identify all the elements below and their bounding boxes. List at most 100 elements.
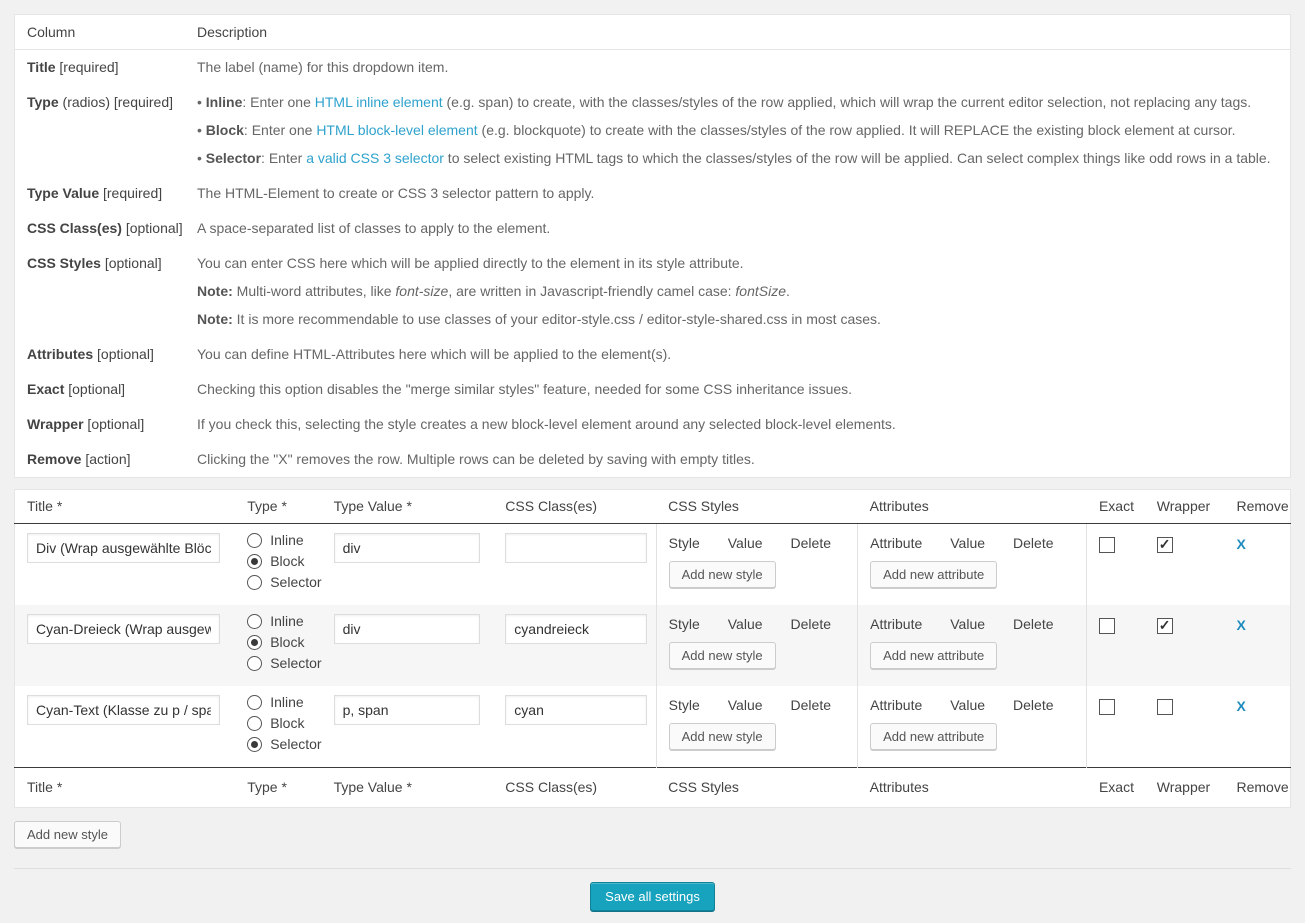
doc-bold-text: Inline — [206, 94, 243, 110]
type-option-selector[interactable]: Selector — [247, 737, 321, 752]
css-classes-input[interactable] — [505, 695, 647, 725]
settings-page: Column Description Title [required]The l… — [0, 14, 1305, 911]
column-header-remove: Remove — [1224, 768, 1290, 808]
doc-row: Wrapper [optional]If you check this, sel… — [15, 407, 1290, 442]
doc-row-label-bold: Type — [27, 94, 59, 110]
doc-text: (e.g. span) to create, with the classes/… — [443, 94, 1252, 110]
type-option-selector[interactable]: Selector — [247, 575, 321, 590]
doc-bold-text: Selector — [206, 150, 261, 166]
type-value-input[interactable] — [334, 533, 480, 563]
style-row: InlineBlockSelectorStyleValueDeleteAdd n… — [15, 686, 1291, 768]
subheader-value: Value — [728, 535, 763, 551]
type-option-inline[interactable]: Inline — [247, 533, 321, 548]
style-row: InlineBlockSelectorStyleValueDeleteAdd n… — [15, 605, 1291, 686]
remove-cell: X — [1224, 605, 1290, 686]
wrapper-checkbox[interactable] — [1157, 618, 1173, 634]
doc-description-line: You can enter CSS here which will be app… — [197, 254, 1272, 273]
doc-row-label-bold: CSS Styles — [27, 255, 101, 271]
type-option-block[interactable]: Block — [247, 716, 321, 731]
exact-cell — [1087, 686, 1145, 768]
add-new-style-row-button[interactable]: Add new style — [14, 821, 121, 848]
radio-inline-icon[interactable] — [247, 614, 262, 629]
wrapper-checkbox[interactable] — [1157, 537, 1173, 553]
save-all-settings-button[interactable]: Save all settings — [590, 882, 715, 911]
css-classes-cell — [493, 686, 656, 768]
radio-inline-icon[interactable] — [247, 695, 262, 710]
type-value-cell — [322, 524, 494, 606]
radio-selector-icon[interactable] — [247, 656, 262, 671]
column-header-css-class-es-: CSS Class(es) — [493, 490, 656, 524]
doc-description-line: Clicking the "X" removes the row. Multip… — [197, 450, 1272, 469]
doc-row-description: If you check this, selecting the style c… — [197, 415, 1290, 434]
doc-bold-text: Note: — [197, 283, 233, 299]
css-classes-input[interactable] — [505, 614, 647, 644]
title-input[interactable] — [27, 614, 220, 644]
doc-link[interactable]: HTML inline element — [315, 94, 443, 110]
add-new-style-button[interactable]: Add new style — [669, 723, 776, 750]
doc-text: A space-separated list of classes to app… — [197, 220, 550, 236]
remove-row-link[interactable]: X — [1236, 536, 1245, 552]
attributes-cell: AttributeValueDelete Add new attribute — [858, 524, 1087, 606]
subheader-value: Value — [728, 697, 763, 713]
add-new-attribute-button[interactable]: Add new attribute — [870, 642, 997, 669]
type-value-input[interactable] — [334, 695, 480, 725]
type-option-inline[interactable]: Inline — [247, 695, 321, 710]
type-option-block[interactable]: Block — [247, 635, 321, 650]
doc-description-line: Note: It is more recommendable to use cl… — [197, 310, 1272, 329]
doc-row: Type (radios) [required]• Inline: Enter … — [15, 85, 1290, 176]
doc-row: CSS Class(es) [optional]A space-separate… — [15, 211, 1290, 246]
radio-block-icon[interactable] — [247, 635, 262, 650]
doc-row-label: Title [required] — [15, 58, 197, 77]
doc-row-label: Type (radios) [required] — [15, 93, 197, 168]
title-cell — [15, 524, 236, 606]
add-new-attribute-button[interactable]: Add new attribute — [870, 561, 997, 588]
remove-row-link[interactable]: X — [1236, 698, 1245, 714]
remove-row-link[interactable]: X — [1236, 617, 1245, 633]
doc-row: Title [required]The label (name) for thi… — [15, 50, 1290, 85]
type-cell: Inline Block Selector — [235, 605, 321, 686]
doc-link[interactable]: HTML block-level element — [316, 122, 477, 138]
add-new-style-button[interactable]: Add new style — [669, 642, 776, 669]
wrapper-checkbox[interactable] — [1157, 699, 1173, 715]
doc-row-description: • Inline: Enter one HTML inline element … — [197, 93, 1290, 168]
doc-description-line: Note: Multi-word attributes, like font-s… — [197, 282, 1272, 301]
exact-checkbox[interactable] — [1099, 699, 1115, 715]
doc-text: The label (name) for this dropdown item. — [197, 59, 448, 75]
doc-row-description: A space-separated list of classes to app… — [197, 219, 1290, 238]
doc-text: to select existing HTML tags to which th… — [444, 150, 1271, 166]
type-option-block[interactable]: Block — [247, 554, 321, 569]
doc-text: : Enter — [261, 150, 306, 166]
radio-selector-icon[interactable] — [247, 575, 262, 590]
title-input[interactable] — [27, 533, 220, 563]
radio-label: Selector — [270, 737, 321, 752]
doc-text: The HTML-Element to create or CSS 3 sele… — [197, 185, 594, 201]
radio-inline-icon[interactable] — [247, 533, 262, 548]
doc-text: : Enter one — [244, 122, 316, 138]
doc-italic-text: font-size — [395, 283, 448, 299]
exact-cell — [1087, 605, 1145, 686]
add-new-attribute-button[interactable]: Add new attribute — [870, 723, 997, 750]
title-input[interactable] — [27, 695, 220, 725]
type-option-inline[interactable]: Inline — [247, 614, 321, 629]
type-option-selector[interactable]: Selector — [247, 656, 321, 671]
column-header-type-value--: Type Value * — [322, 768, 494, 808]
doc-header-description: Description — [197, 24, 1290, 40]
css-classes-input[interactable] — [505, 533, 647, 563]
type-value-input[interactable] — [334, 614, 480, 644]
subheader-delete: Delete — [791, 535, 831, 551]
radio-block-icon[interactable] — [247, 554, 262, 569]
attributes-subheaders: AttributeValueDelete — [870, 535, 1086, 551]
column-header-css-class-es-: CSS Class(es) — [493, 768, 656, 808]
exact-checkbox[interactable] — [1099, 537, 1115, 553]
column-header-wrapper: Wrapper — [1145, 768, 1225, 808]
subheader-value: Value — [950, 616, 985, 632]
column-header-css-styles: CSS Styles — [656, 768, 857, 808]
doc-description-line: The label (name) for this dropdown item. — [197, 58, 1272, 77]
doc-row-label: Type Value [required] — [15, 184, 197, 203]
add-new-style-button[interactable]: Add new style — [669, 561, 776, 588]
doc-row-label-bold: Exact — [27, 381, 64, 397]
radio-selector-icon[interactable] — [247, 737, 262, 752]
exact-checkbox[interactable] — [1099, 618, 1115, 634]
doc-link[interactable]: a valid CSS 3 selector — [306, 150, 444, 166]
radio-block-icon[interactable] — [247, 716, 262, 731]
